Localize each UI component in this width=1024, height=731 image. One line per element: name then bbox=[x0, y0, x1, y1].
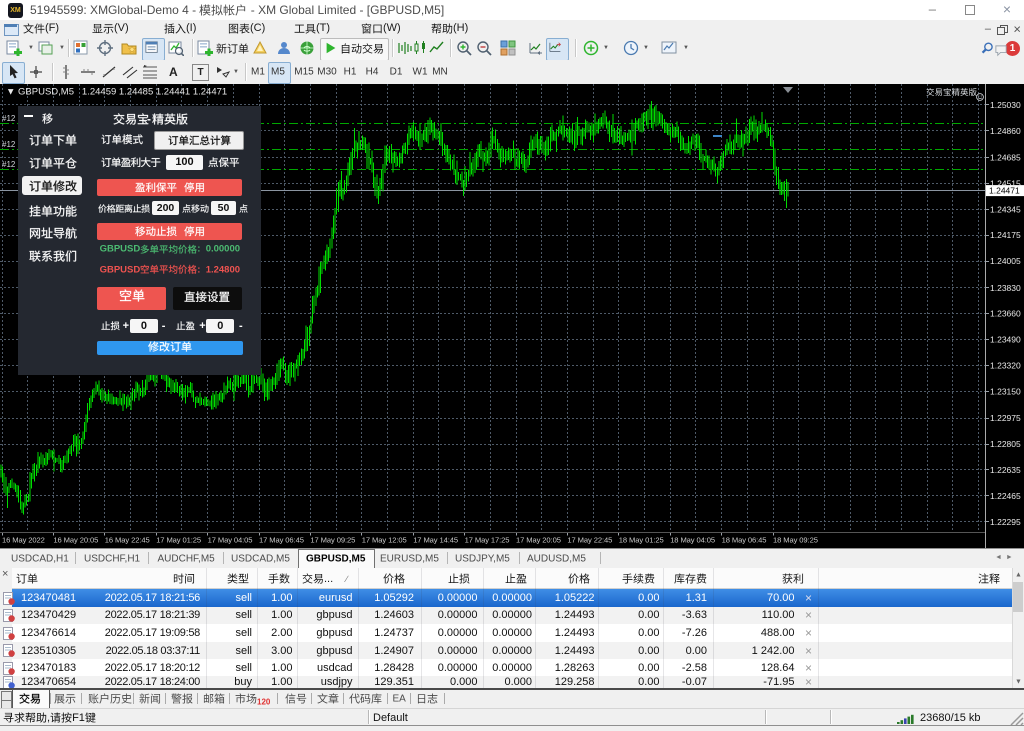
svg-text:1.24345: 1.24345 bbox=[990, 204, 1021, 214]
svg-text:1.22635: 1.22635 bbox=[990, 465, 1021, 475]
svg-text:16 May 22:45: 16 May 22:45 bbox=[105, 536, 150, 545]
svg-text:1.22975: 1.22975 bbox=[990, 413, 1021, 423]
svg-text:18 May 09:25: 18 May 09:25 bbox=[773, 536, 818, 545]
svg-text:1.24175: 1.24175 bbox=[990, 230, 1021, 240]
svg-text:1.23660: 1.23660 bbox=[990, 309, 1021, 319]
svg-text:17 May 06:45: 17 May 06:45 bbox=[259, 536, 304, 545]
svg-text:16 May 20:05: 16 May 20:05 bbox=[53, 536, 98, 545]
svg-text:1.22295: 1.22295 bbox=[990, 517, 1021, 527]
svg-text:#12: #12 bbox=[2, 160, 16, 169]
svg-text:17 May 04:05: 17 May 04:05 bbox=[208, 536, 253, 545]
svg-text:#12: #12 bbox=[2, 140, 16, 149]
svg-text:17 May 17:25: 17 May 17:25 bbox=[465, 536, 510, 545]
svg-text:1.24685: 1.24685 bbox=[990, 153, 1021, 163]
svg-text:1.24005: 1.24005 bbox=[990, 256, 1021, 266]
svg-text:#12: #12 bbox=[2, 114, 16, 123]
svg-text:17 May 20:05: 17 May 20:05 bbox=[516, 536, 561, 545]
svg-text:1.25030: 1.25030 bbox=[990, 100, 1021, 110]
svg-text:1.24515: 1.24515 bbox=[990, 178, 1021, 188]
svg-text:18 May 04:05: 18 May 04:05 bbox=[670, 536, 715, 545]
svg-text:1.24860: 1.24860 bbox=[990, 126, 1021, 136]
svg-text:17 May 22:45: 17 May 22:45 bbox=[567, 536, 612, 545]
svg-text:1.22465: 1.22465 bbox=[990, 491, 1021, 501]
svg-text:1.23490: 1.23490 bbox=[990, 335, 1021, 345]
svg-text:1.23830: 1.23830 bbox=[990, 283, 1021, 293]
svg-text:1.23150: 1.23150 bbox=[990, 387, 1021, 397]
svg-text:1.23320: 1.23320 bbox=[990, 361, 1021, 371]
svg-text:17 May 14:45: 17 May 14:45 bbox=[413, 536, 458, 545]
svg-text:17 May 12:05: 17 May 12:05 bbox=[362, 536, 407, 545]
svg-text:18 May 06:45: 18 May 06:45 bbox=[722, 536, 767, 545]
svg-text:17 May 01:25: 17 May 01:25 bbox=[156, 536, 201, 545]
svg-text:16 May 2022: 16 May 2022 bbox=[2, 536, 45, 545]
svg-text:1.22805: 1.22805 bbox=[990, 439, 1021, 449]
svg-text:18 May 01:25: 18 May 01:25 bbox=[619, 536, 664, 545]
svg-text:17 May 09:25: 17 May 09:25 bbox=[310, 536, 355, 545]
